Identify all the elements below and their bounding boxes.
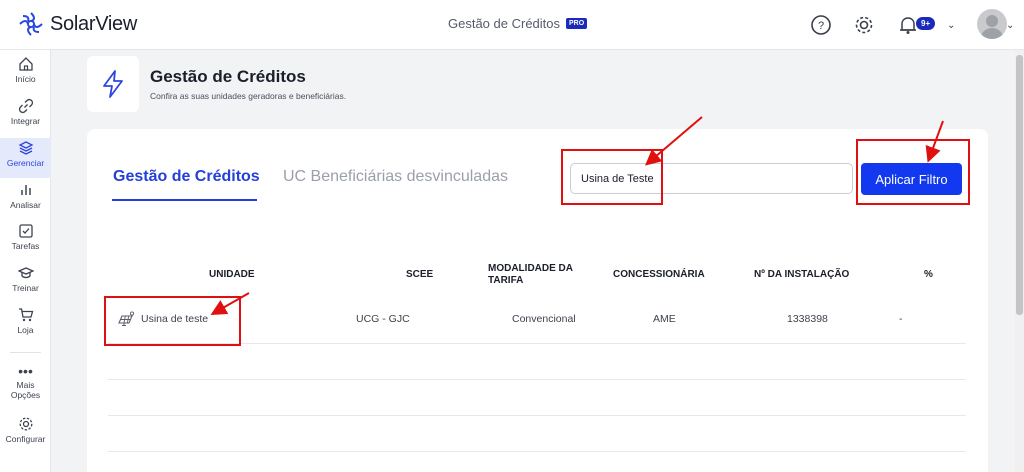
annotation-arrows	[210, 116, 944, 315]
annotation-arrow-apply-button	[925, 120, 944, 163]
annotation-arrow-unidade	[210, 292, 250, 315]
annotation-arrow-search	[644, 116, 703, 166]
